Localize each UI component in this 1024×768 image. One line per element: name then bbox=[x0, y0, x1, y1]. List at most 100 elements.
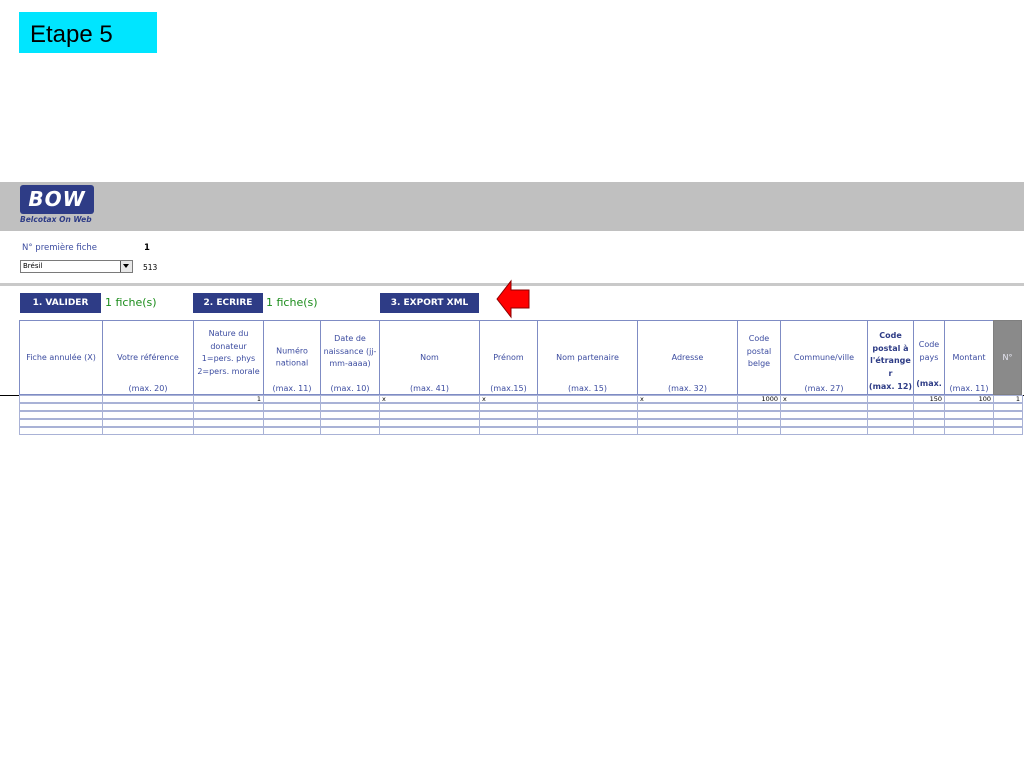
export-xml-button[interactable]: 3. EXPORT XML bbox=[380, 293, 479, 313]
table-cell[interactable] bbox=[102, 427, 194, 435]
table-cell[interactable] bbox=[193, 427, 264, 435]
table-cell[interactable] bbox=[637, 403, 738, 411]
first-sheet-value[interactable]: 1 bbox=[144, 243, 150, 253]
step-label: Etape 5 bbox=[19, 12, 157, 53]
table-cell[interactable] bbox=[193, 411, 264, 419]
table-cell[interactable] bbox=[867, 411, 914, 419]
table-cell[interactable] bbox=[479, 427, 538, 435]
table-cell[interactable] bbox=[263, 403, 321, 411]
column-header-code-postal-belge: Code postal belge bbox=[737, 320, 781, 395]
chevron-down-icon[interactable] bbox=[120, 261, 132, 272]
table-cell[interactable] bbox=[19, 395, 103, 403]
table-cell[interactable] bbox=[193, 403, 264, 411]
column-header-date-naissance: Date de naissance (jj-mm-aaaa) (max. 10) bbox=[320, 320, 380, 395]
table-cell[interactable] bbox=[913, 403, 945, 411]
table-cell[interactable] bbox=[102, 403, 194, 411]
table-cell[interactable] bbox=[913, 411, 945, 419]
table-cell[interactable] bbox=[537, 411, 638, 419]
column-header-prenom: Prénom (max.15) bbox=[479, 320, 538, 395]
table-cell[interactable] bbox=[537, 419, 638, 427]
table-cell[interactable] bbox=[780, 411, 868, 419]
table-cell[interactable]: 150 bbox=[913, 395, 945, 403]
table-cell[interactable] bbox=[993, 411, 1023, 419]
column-header-commune: Commune/ville (max. 27) bbox=[780, 320, 868, 395]
table-cell[interactable] bbox=[737, 411, 781, 419]
table-cell[interactable] bbox=[993, 403, 1023, 411]
table-cell[interactable] bbox=[737, 403, 781, 411]
app-banner: BOW Belcotax On Web bbox=[0, 182, 1024, 231]
bow-logo: BOW Belcotax On Web bbox=[20, 185, 96, 229]
table-cell[interactable] bbox=[737, 419, 781, 427]
table-cell[interactable] bbox=[19, 403, 103, 411]
table-cell[interactable] bbox=[867, 403, 914, 411]
table-cell[interactable] bbox=[479, 403, 538, 411]
table-cell[interactable]: x bbox=[479, 395, 538, 403]
table-cell[interactable] bbox=[737, 427, 781, 435]
table-cell[interactable]: x bbox=[637, 395, 738, 403]
validate-count: 1 fiche(s) bbox=[105, 296, 157, 309]
table-cell[interactable] bbox=[993, 427, 1023, 435]
table-cell[interactable] bbox=[193, 419, 264, 427]
table-cell[interactable] bbox=[537, 395, 638, 403]
table-cell[interactable] bbox=[102, 411, 194, 419]
table-cell[interactable] bbox=[637, 427, 738, 435]
table-cell[interactable] bbox=[944, 427, 994, 435]
table-cell[interactable]: x bbox=[780, 395, 868, 403]
red-arrow-left-icon bbox=[496, 279, 530, 319]
table-cell[interactable] bbox=[263, 395, 321, 403]
table-cell[interactable] bbox=[944, 419, 994, 427]
table-cell[interactable] bbox=[537, 427, 638, 435]
write-count: 1 fiche(s) bbox=[266, 296, 318, 309]
country-dropdown[interactable]: Brésil bbox=[20, 260, 133, 273]
table-cell[interactable] bbox=[867, 427, 914, 435]
table-cell[interactable] bbox=[867, 395, 914, 403]
table-cell[interactable] bbox=[320, 419, 380, 427]
table-cell[interactable] bbox=[263, 419, 321, 427]
table-cell[interactable] bbox=[379, 403, 480, 411]
table-cell[interactable]: 100 bbox=[944, 395, 994, 403]
column-header-numero: N° bbox=[993, 320, 1022, 395]
table-cell[interactable] bbox=[379, 419, 480, 427]
table-cell[interactable] bbox=[537, 403, 638, 411]
column-header-fiche-annulee: Fiche annulée (X) bbox=[19, 320, 103, 395]
table-cell[interactable] bbox=[637, 411, 738, 419]
table-cell[interactable] bbox=[19, 411, 103, 419]
table-cell[interactable] bbox=[102, 419, 194, 427]
table-cell[interactable] bbox=[479, 411, 538, 419]
table-cell[interactable] bbox=[102, 395, 194, 403]
table-cell[interactable] bbox=[379, 411, 480, 419]
table-cell[interactable] bbox=[993, 419, 1023, 427]
column-header-numero-national: Numéro national (max. 11) bbox=[263, 320, 321, 395]
column-header-code-postal-etranger: Code postal à l'étrange r (max. 12) bbox=[867, 320, 914, 395]
table-cell[interactable] bbox=[780, 403, 868, 411]
table-cell[interactable] bbox=[867, 419, 914, 427]
table-cell[interactable]: 1000 bbox=[737, 395, 781, 403]
table-cell[interactable]: 1 bbox=[993, 395, 1023, 403]
table-cell[interactable] bbox=[263, 427, 321, 435]
table-cell[interactable] bbox=[944, 411, 994, 419]
table-cell[interactable] bbox=[913, 427, 945, 435]
validate-button[interactable]: 1. VALIDER bbox=[20, 293, 101, 313]
table-cell[interactable] bbox=[944, 403, 994, 411]
country-selected-value: Brésil bbox=[23, 262, 43, 270]
table-cell[interactable] bbox=[320, 395, 380, 403]
table-cell[interactable] bbox=[913, 419, 945, 427]
table-cell[interactable] bbox=[780, 419, 868, 427]
logo-subtitle: Belcotax On Web bbox=[20, 215, 92, 224]
table-cell[interactable] bbox=[780, 427, 868, 435]
table-cell[interactable] bbox=[320, 427, 380, 435]
column-header-code-pays: Code pays (max. bbox=[913, 320, 945, 395]
column-header-nature: Nature du donateur 1=pers. phys 2=pers. … bbox=[193, 320, 264, 395]
write-button[interactable]: 2. ECRIRE bbox=[193, 293, 263, 313]
table-cell[interactable] bbox=[19, 427, 103, 435]
table-cell[interactable] bbox=[479, 419, 538, 427]
table-cell[interactable]: 1 bbox=[193, 395, 264, 403]
table-cell[interactable] bbox=[19, 419, 103, 427]
table-cell[interactable] bbox=[637, 419, 738, 427]
table-cell[interactable]: x bbox=[379, 395, 480, 403]
table-cell[interactable] bbox=[320, 403, 380, 411]
table-cell[interactable] bbox=[263, 411, 321, 419]
table-cell[interactable] bbox=[320, 411, 380, 419]
table-cell[interactable] bbox=[379, 427, 480, 435]
column-header-nom-partenaire: Nom partenaire (max. 15) bbox=[537, 320, 638, 395]
